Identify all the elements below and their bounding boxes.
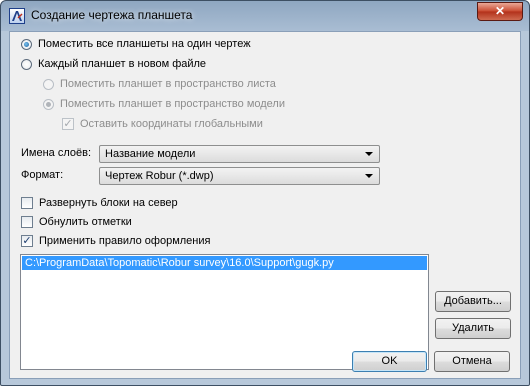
add-button[interactable]: Добавить...: [435, 291, 511, 312]
autocad-app-icon: [9, 8, 25, 24]
window-title: Создание чертежа планшета: [31, 8, 193, 22]
list-item[interactable]: C:\ProgramData\Topomatic\Robur survey\16…: [22, 256, 427, 270]
radio-indicator[interactable]: [43, 78, 54, 90]
checkbox-keep-global[interactable]: ✓ Оставить координаты глобальными: [62, 116, 263, 132]
layer-names-dropdown[interactable]: Название модели: [99, 145, 380, 163]
checkbox-indicator[interactable]: [21, 216, 33, 228]
chevron-down-icon: [365, 174, 373, 178]
radio-paper-space[interactable]: Поместить планшет в пространство листа: [43, 76, 276, 92]
dropdown-value: Чертеж Robur (*.dwp): [105, 170, 214, 182]
dropdown-value: Название модели: [105, 148, 196, 160]
format-dropdown[interactable]: Чертеж Robur (*.dwp): [99, 167, 380, 185]
radio-label: Поместить все планшеты на один чертеж: [38, 38, 251, 50]
checkbox-label: Развернуть блоки на север: [39, 197, 178, 209]
checkbox-indicator[interactable]: [21, 197, 33, 209]
dialog-window: Создание чертежа планшета ✕ Поместить вс…: [0, 0, 530, 386]
layer-names-label: Имена слоёв:: [21, 147, 92, 159]
chevron-down-icon: [365, 152, 373, 156]
radio-single-drawing[interactable]: Поместить все планшеты на один чертеж: [21, 36, 251, 52]
checkbox-indicator[interactable]: ✓: [21, 235, 33, 247]
close-icon: ✕: [494, 4, 506, 18]
title-bar[interactable]: Создание чертежа планшета ✕: [1, 1, 529, 31]
radio-model-space[interactable]: Поместить планшет в пространство модели: [43, 96, 285, 112]
radio-indicator[interactable]: [21, 58, 32, 70]
checkbox-label: Оставить координаты глобальными: [80, 118, 263, 130]
checkbox-apply-style[interactable]: ✓ Применить правило оформления: [21, 233, 210, 249]
ok-button[interactable]: OK: [352, 351, 427, 372]
checkbox-rotate-blocks[interactable]: Развернуть блоки на север: [21, 195, 178, 211]
cancel-button[interactable]: Отмена: [434, 351, 510, 372]
checkbox-reset-marks[interactable]: Обнулить отметки: [21, 214, 132, 230]
radio-each-new-file[interactable]: Каждый планшет в новом файле: [21, 56, 206, 72]
radio-label: Поместить планшет в пространство листа: [60, 78, 276, 90]
radio-label: Поместить планшет в пространство модели: [60, 98, 285, 110]
format-label: Формат:: [21, 169, 64, 181]
checkbox-label: Обнулить отметки: [39, 216, 132, 228]
remove-button[interactable]: Удалить: [435, 318, 511, 339]
radio-label: Каждый планшет в новом файле: [38, 58, 207, 70]
radio-indicator[interactable]: [43, 98, 54, 110]
checkbox-indicator[interactable]: ✓: [62, 118, 74, 130]
dialog-client-area: Поместить все планшеты на один чертеж Ка…: [9, 31, 521, 379]
checkbox-label: Применить правило оформления: [39, 235, 211, 247]
close-button[interactable]: ✕: [477, 2, 523, 21]
radio-indicator[interactable]: [21, 38, 32, 50]
